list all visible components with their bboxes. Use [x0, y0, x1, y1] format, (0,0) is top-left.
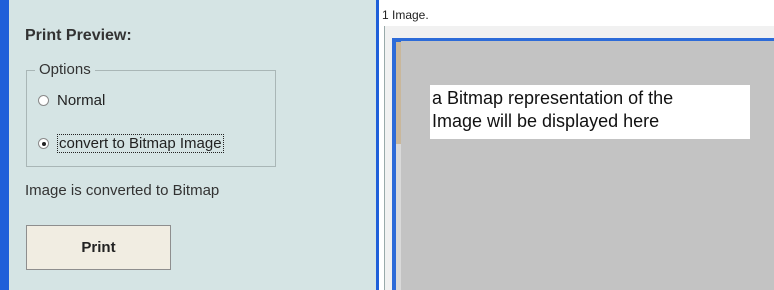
print-button[interactable]: Print: [26, 225, 171, 270]
radio-unchecked-icon[interactable]: [38, 95, 49, 106]
radio-normal[interactable]: Normal: [38, 92, 105, 109]
radio-convert-bitmap-label: convert to Bitmap Image: [57, 134, 224, 153]
radio-checked-icon[interactable]: [38, 138, 49, 149]
print-preview-title: Print Preview:: [25, 27, 132, 44]
panel-divider: [376, 0, 379, 290]
status-text: Image is converted to Bitmap: [25, 182, 220, 199]
placeholder-line-2: Image will be displayed here: [432, 111, 660, 131]
radio-convert-bitmap[interactable]: convert to Bitmap Image: [38, 134, 224, 153]
placeholder-line-1: a Bitmap representation of the: [432, 88, 674, 108]
options-legend: Options: [35, 61, 95, 78]
preview-gray-area: [401, 41, 774, 290]
left-edge-bar: [0, 0, 9, 290]
radio-normal-label: Normal: [57, 92, 106, 109]
bitmap-placeholder-box: a Bitmap representation of the Image wil…: [430, 85, 750, 139]
image-caption: 1 Image.: [382, 8, 429, 22]
